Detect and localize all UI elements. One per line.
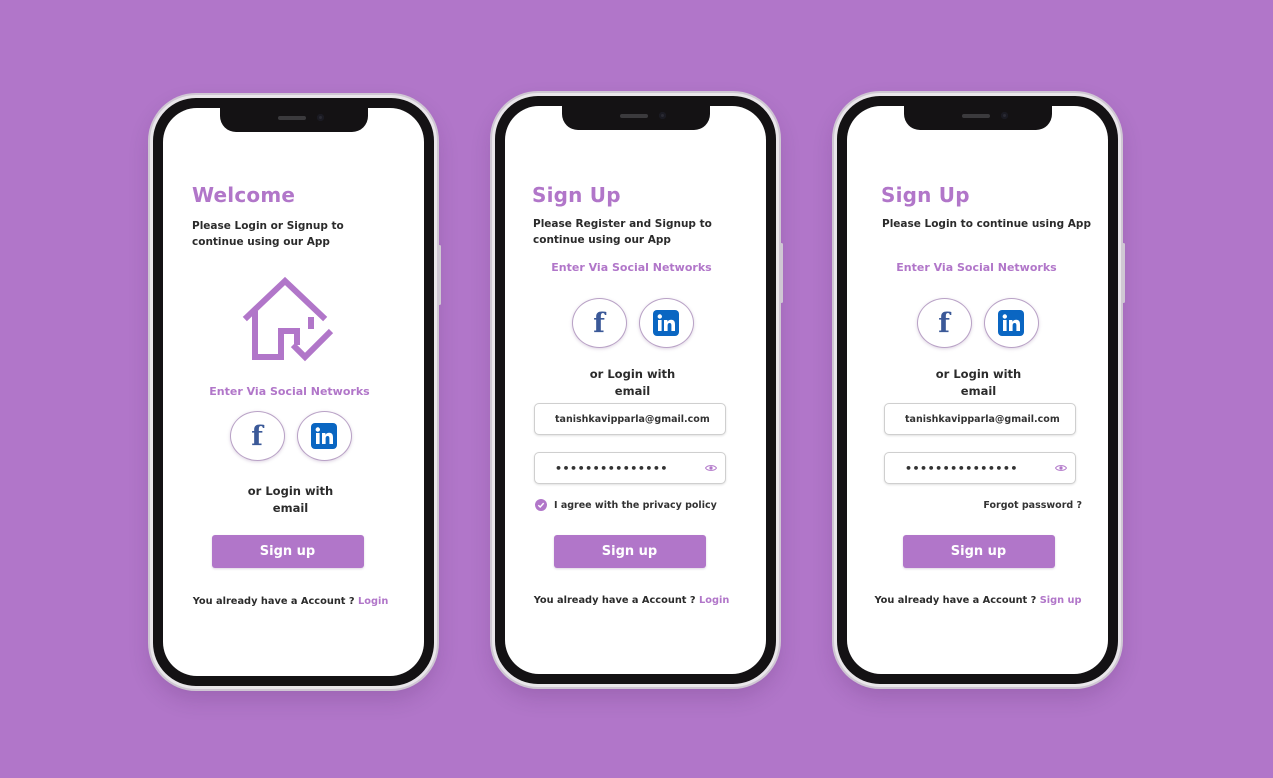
welcome-screen: Welcome Please Login or Signup to contin… [163, 108, 424, 676]
facebook-button[interactable]: f [571, 298, 627, 348]
email-field[interactable]: tanishkavipparla@gmail.com [884, 403, 1076, 435]
eye-icon[interactable] [705, 464, 717, 472]
password-value: ••••••••••••••• [555, 461, 668, 475]
sign-up-button[interactable]: Sign up [211, 535, 364, 568]
account-prompt: You already have a Account ? Login [505, 595, 766, 606]
password-field[interactable]: ••••••••••••••• [534, 452, 726, 484]
sign-up-link[interactable]: Sign up [1040, 595, 1082, 606]
speaker-grille [277, 116, 306, 120]
phone-welcome: Welcome Please Login or Signup to contin… [150, 95, 441, 689]
login-link[interactable]: Login [699, 595, 729, 606]
or-login-line-1: or Login with [247, 484, 334, 498]
linkedin-button[interactable] [638, 298, 694, 348]
phone-login: Sign Up Please Login to continue using A… [834, 93, 1125, 687]
or-login-text: or Login with email [505, 366, 766, 400]
password-value: ••••••••••••••• [905, 461, 1018, 475]
phone-side-button [780, 243, 783, 303]
page-title: Welcome [192, 183, 296, 207]
page-subtitle: Please Login or Signup to continue using… [192, 220, 344, 248]
phone-bezel: Sign Up Please Login to continue using A… [837, 96, 1118, 684]
speaker-grille [619, 114, 648, 118]
linkedin-button[interactable] [983, 298, 1039, 348]
phone-side-button [438, 245, 441, 305]
or-login-line-2: email [960, 384, 997, 398]
account-prompt-text: You already have a Account ? [874, 595, 1040, 606]
phone-notch [219, 108, 368, 132]
login-screen: Sign Up Please Login to continue using A… [847, 106, 1108, 674]
facebook-icon: f [938, 307, 950, 339]
or-login-line-1: or Login with [935, 367, 1022, 381]
or-login-text: or Login with email [849, 366, 1108, 400]
page-title: Sign Up [532, 183, 621, 207]
facebook-button[interactable]: f [229, 411, 285, 461]
sign-up-button[interactable]: Sign up [902, 535, 1055, 568]
email-value: tanishkavipparla@gmail.com [555, 413, 710, 425]
social-buttons: f [847, 298, 1108, 348]
house-check-icon [242, 276, 334, 362]
social-buttons: f [163, 411, 424, 461]
linkedin-icon [998, 310, 1024, 336]
linkedin-icon [653, 310, 679, 336]
social-networks-label: Enter Via Social Networks [551, 261, 712, 274]
front-camera [316, 114, 324, 121]
front-camera [1000, 112, 1008, 119]
page-title: Sign Up [881, 183, 970, 207]
social-buttons: f [505, 298, 766, 348]
facebook-button[interactable]: f [916, 298, 972, 348]
eye-icon[interactable] [1055, 464, 1067, 472]
register-screen: Sign Up Please Register and Signup to co… [505, 106, 766, 674]
front-camera [658, 112, 666, 119]
login-link[interactable]: Login [358, 596, 388, 607]
linkedin-icon [311, 423, 337, 449]
facebook-icon: f [593, 307, 605, 339]
password-field[interactable]: ••••••••••••••• [884, 452, 1076, 484]
facebook-icon: f [251, 420, 263, 452]
page-subtitle: Please Register and Signup to continue u… [533, 218, 712, 246]
or-login-line-2: email [272, 501, 309, 515]
or-login-line-1: or Login with [589, 367, 676, 381]
privacy-checkbox[interactable] [535, 499, 547, 511]
sign-up-button[interactable]: Sign up [553, 535, 706, 568]
email-field[interactable]: tanishkavipparla@gmail.com [534, 403, 726, 435]
or-login-text: or Login with email [163, 483, 424, 517]
check-icon [537, 502, 545, 509]
phone-register: Sign Up Please Register and Signup to co… [492, 93, 783, 687]
speaker-grille [961, 114, 990, 118]
phone-bezel: Sign Up Please Register and Signup to co… [495, 96, 776, 684]
account-prompt: You already have a Account ? Login [163, 596, 424, 607]
phone-notch [903, 106, 1052, 130]
phone-side-button [1122, 243, 1125, 303]
phone-bezel: Welcome Please Login or Signup to contin… [153, 98, 434, 686]
account-prompt-text: You already have a Account ? [533, 595, 699, 606]
page-subtitle: Please Login to continue using App [882, 218, 1091, 230]
account-prompt-text: You already have a Account ? [192, 596, 358, 607]
linkedin-button[interactable] [296, 411, 352, 461]
email-value: tanishkavipparla@gmail.com [905, 413, 1060, 425]
privacy-agree-label: I agree with the privacy policy [554, 499, 717, 511]
social-networks-label: Enter Via Social Networks [209, 385, 370, 398]
forgot-password-link[interactable]: Forgot password ? [983, 500, 1082, 511]
account-prompt: You already have a Account ? Sign up [848, 595, 1108, 606]
or-login-line-2: email [614, 384, 651, 398]
privacy-agree: I agree with the privacy policy [535, 499, 717, 511]
phone-notch [561, 106, 710, 130]
social-networks-label: Enter Via Social Networks [896, 261, 1057, 274]
